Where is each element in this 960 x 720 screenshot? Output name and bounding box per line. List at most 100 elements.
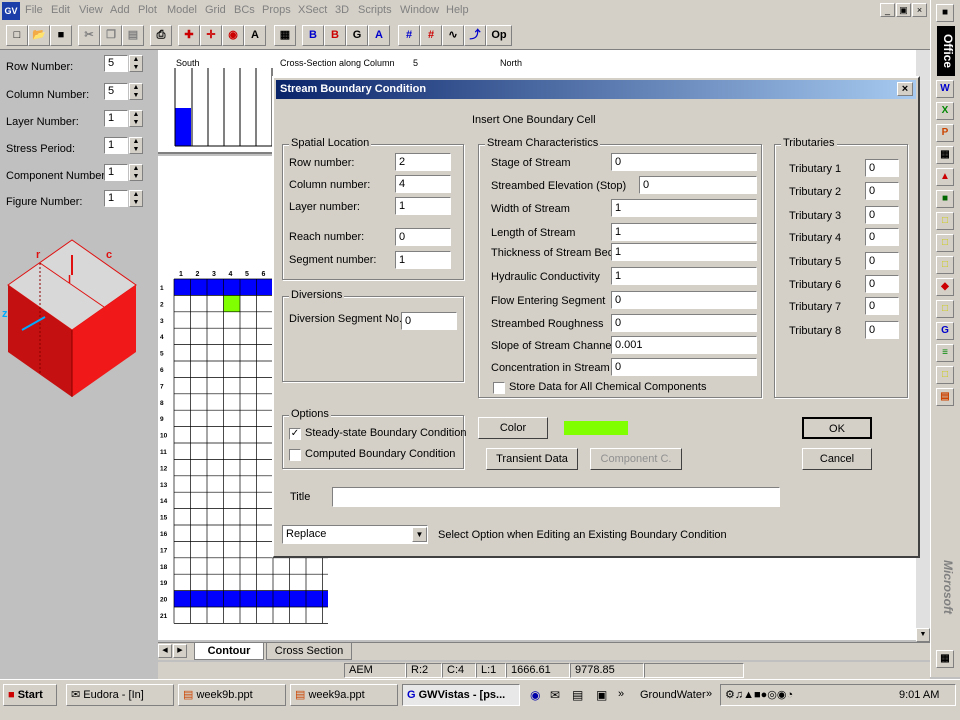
powerpoint-icon[interactable]: P bbox=[936, 124, 954, 142]
color-button[interactable]: Color bbox=[478, 417, 548, 439]
zoom-in-icon[interactable]: ✚ bbox=[178, 25, 200, 46]
tributary-8-input[interactable]: 0 bbox=[865, 321, 899, 339]
roughness-input[interactable]: 0 bbox=[611, 314, 757, 332]
menu-add[interactable]: Add bbox=[110, 4, 130, 16]
title-input[interactable] bbox=[332, 487, 780, 507]
app-icon[interactable]: GV bbox=[2, 2, 20, 20]
stress-period-spinner[interactable]: ▲ ▼ bbox=[129, 137, 143, 154]
menu-bcs[interactable]: BCs bbox=[234, 4, 255, 16]
bc-red-icon[interactable]: B bbox=[324, 25, 346, 46]
menu-xsect[interactable]: XSect bbox=[298, 4, 327, 16]
color-swatch[interactable] bbox=[564, 421, 628, 435]
stage-input[interactable]: 0 bbox=[611, 153, 757, 171]
text-tool-icon[interactable]: A bbox=[244, 25, 266, 46]
gwvistas-icon[interactable]: G bbox=[936, 322, 954, 340]
menu-plot[interactable]: Plot bbox=[138, 4, 157, 16]
close-icon[interactable]: × bbox=[912, 3, 927, 17]
word-icon[interactable]: W bbox=[936, 80, 954, 98]
outlook-icon[interactable]: ✉ bbox=[550, 688, 560, 702]
tab-contour[interactable]: Contour bbox=[194, 643, 264, 660]
row-input[interactable]: 2 bbox=[395, 153, 451, 171]
new-icon[interactable]: □ bbox=[6, 25, 28, 46]
menu-scripts[interactable]: Scripts bbox=[358, 4, 392, 16]
copy-icon[interactable]: ❐ bbox=[100, 25, 122, 46]
app-stack-icon[interactable]: ≡ bbox=[936, 344, 954, 362]
reach-input[interactable]: 0 bbox=[395, 228, 451, 246]
component-number-field[interactable]: 1 bbox=[104, 164, 128, 181]
layer-input[interactable]: 1 bbox=[395, 197, 451, 215]
calculator-icon[interactable]: ▦ bbox=[274, 25, 296, 46]
menu-3d[interactable]: 3D bbox=[335, 4, 349, 16]
restore-icon[interactable]: ▣ bbox=[896, 3, 911, 17]
steady-state-checkbox[interactable]: ✓ bbox=[289, 428, 301, 440]
tributary-1-input[interactable]: 0 bbox=[865, 159, 899, 177]
channels-icon[interactable]: ▣ bbox=[596, 688, 607, 702]
component-button[interactable]: Component C. bbox=[590, 448, 682, 470]
tributary-6-input[interactable]: 0 bbox=[865, 275, 899, 293]
menu-file[interactable]: File bbox=[25, 4, 43, 16]
width-input[interactable]: 1 bbox=[611, 199, 757, 217]
office-menu-icon[interactable]: ▦ bbox=[936, 650, 954, 668]
cut-icon[interactable]: ✂ bbox=[78, 25, 100, 46]
explorer-icon[interactable]: ▲ bbox=[936, 168, 954, 186]
column-number-field[interactable]: 5 bbox=[104, 83, 128, 100]
hydraulic-conductivity-input[interactable]: 1 bbox=[611, 267, 757, 285]
bc-icon[interactable]: B bbox=[302, 25, 324, 46]
cancel-button[interactable]: Cancel bbox=[802, 448, 872, 470]
stress-period-field[interactable]: 1 bbox=[104, 137, 128, 154]
open-icon[interactable]: 📂 bbox=[28, 25, 50, 46]
zoom-out-icon[interactable]: ✛ bbox=[200, 25, 222, 46]
dialog-close-icon[interactable]: × bbox=[897, 82, 913, 96]
menu-model[interactable]: Model bbox=[167, 4, 197, 16]
task-eudora[interactable]: ✉ Eudora - [In] bbox=[66, 684, 174, 706]
tab-cross-section[interactable]: Cross Section bbox=[266, 643, 352, 660]
store-data-checkbox[interactable] bbox=[493, 382, 505, 394]
ie-icon[interactable]: ◉ bbox=[530, 688, 540, 702]
column-input[interactable]: 4 bbox=[395, 175, 451, 193]
menu-props[interactable]: Props bbox=[262, 4, 291, 16]
column-number-spinner[interactable]: ▲ ▼ bbox=[129, 83, 143, 100]
dialog-titlebar[interactable]: Stream Boundary Condition × bbox=[276, 80, 916, 99]
desktop-icon[interactable]: ▤ bbox=[572, 688, 583, 702]
diversion-segment-input[interactable]: 0 bbox=[401, 312, 457, 330]
op-button[interactable]: Op bbox=[486, 25, 512, 46]
start-button[interactable]: ■ Start bbox=[3, 684, 57, 706]
folder-1-icon[interactable]: □ bbox=[936, 212, 954, 230]
minimize-icon[interactable]: _ bbox=[880, 3, 895, 17]
step-icon[interactable]: ⤴ bbox=[464, 25, 486, 46]
app-doc-icon[interactable]: ▤ bbox=[936, 388, 954, 406]
task-gwvistas[interactable]: G GWVistas - [ps... bbox=[402, 684, 520, 706]
tributary-2-input[interactable]: 0 bbox=[865, 182, 899, 200]
segment-input[interactable]: 1 bbox=[395, 251, 451, 269]
menu-view[interactable]: View bbox=[79, 4, 103, 16]
contour-icon[interactable]: ∿ bbox=[442, 25, 464, 46]
orientation-cube[interactable]: r c l z bbox=[0, 235, 150, 400]
print-icon[interactable]: ⎙ bbox=[150, 25, 172, 46]
menu-grid[interactable]: Grid bbox=[205, 4, 226, 16]
more-chevron-2-icon[interactable]: » bbox=[706, 688, 712, 700]
length-input[interactable]: 1 bbox=[611, 223, 757, 241]
tributary-7-input[interactable]: 0 bbox=[865, 297, 899, 315]
figure-number-field[interactable]: 1 bbox=[104, 190, 128, 207]
concentration-input[interactable]: 0 bbox=[611, 358, 757, 376]
grid-red-icon[interactable]: # bbox=[420, 25, 442, 46]
folder-5-icon[interactable]: □ bbox=[936, 366, 954, 384]
text-a-icon[interactable]: A bbox=[368, 25, 390, 46]
replace-select[interactable]: Replace bbox=[282, 525, 428, 544]
app-green-icon[interactable]: ■ bbox=[936, 190, 954, 208]
tributary-4-input[interactable]: 0 bbox=[865, 228, 899, 246]
access-icon[interactable]: ▦ bbox=[936, 146, 954, 164]
excel-icon[interactable]: X bbox=[936, 102, 954, 120]
flow-entering-input[interactable]: 0 bbox=[611, 291, 757, 309]
row-number-field[interactable]: 5 bbox=[104, 55, 128, 72]
tab-prev-icon[interactable]: ◀ bbox=[158, 644, 172, 658]
grid-icon[interactable]: # bbox=[398, 25, 420, 46]
zoom-window-icon[interactable]: ◉ bbox=[222, 25, 244, 46]
more-chevron-icon[interactable]: » bbox=[618, 688, 624, 700]
tributary-3-input[interactable]: 0 bbox=[865, 206, 899, 224]
app-red-icon[interactable]: ◆ bbox=[936, 278, 954, 296]
menu-edit[interactable]: Edit bbox=[51, 4, 70, 16]
save-icon[interactable]: ■ bbox=[50, 25, 72, 46]
folder-2-icon[interactable]: □ bbox=[936, 234, 954, 252]
ok-button[interactable]: OK bbox=[802, 417, 872, 439]
